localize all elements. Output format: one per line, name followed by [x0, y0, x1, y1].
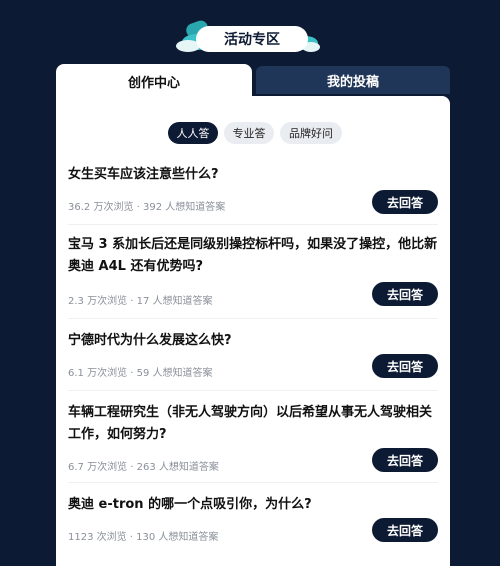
question-meta: 36.2 万次浏览 · 392 人想知道答案: [68, 202, 226, 213]
question-meta: 6.7 万次浏览 · 263 人想知道答案: [68, 462, 219, 473]
question-meta: 6.1 万次浏览 · 59 人想知道答案: [68, 368, 213, 379]
question-item[interactable]: 女生买车应该注意些什么? 36.2 万次浏览 · 392 人想知道答案 去回答: [68, 164, 438, 216]
question-panel: 人人答 专业答 品牌好问 女生买车应该注意些什么? 36.2 万次浏览 · 39…: [56, 96, 450, 566]
filter-everyone-answers[interactable]: 人人答: [168, 122, 218, 144]
filter-brand-questions[interactable]: 品牌好问: [280, 122, 342, 144]
question-title[interactable]: 女生买车应该注意些什么?: [68, 164, 428, 186]
divider: [68, 318, 438, 319]
tab-creation-center[interactable]: 创作中心: [56, 64, 252, 100]
answer-button[interactable]: 去回答: [372, 282, 438, 306]
question-meta: 1123 次浏览 · 130 人想知道答案: [68, 532, 219, 543]
tab-my-submissions[interactable]: 我的投稿: [256, 66, 450, 94]
question-item[interactable]: 奥迪 e-tron 的哪一个点吸引你，为什么? 1123 次浏览 · 130 人…: [68, 494, 438, 544]
page-title: 活动专区: [196, 26, 308, 52]
question-item[interactable]: 宁德时代为什么发展这么快? 6.1 万次浏览 · 59 人想知道答案 去回答: [68, 330, 438, 380]
question-title[interactable]: 奥迪 e-tron 的哪一个点吸引你，为什么?: [68, 494, 428, 516]
divider: [68, 224, 438, 225]
answer-button[interactable]: 去回答: [372, 190, 438, 214]
question-meta: 2.3 万次浏览 · 17 人想知道答案: [68, 296, 213, 307]
question-item[interactable]: 宝马 3 系加长后还是同级别操控标杆吗，如果没了操控，他比新奥迪 A4L 还有优…: [68, 234, 438, 310]
activity-header: 活动专区: [0, 18, 500, 56]
question-title[interactable]: 宝马 3 系加长后还是同级别操控标杆吗，如果没了操控，他比新奥迪 A4L 还有优…: [68, 234, 438, 278]
filter-professional-answers[interactable]: 专业答: [224, 122, 274, 144]
answer-button[interactable]: 去回答: [372, 354, 438, 378]
question-title[interactable]: 车辆工程研究生（非无人驾驶方向）以后希望从事无人驾驶相关工作，如何努力?: [68, 402, 438, 446]
divider: [68, 390, 438, 391]
answer-button[interactable]: 去回答: [372, 448, 438, 472]
filter-chips: 人人答 专业答 品牌好问: [56, 122, 450, 144]
question-item[interactable]: 车辆工程研究生（非无人驾驶方向）以后希望从事无人驾驶相关工作，如何努力? 6.7…: [68, 402, 438, 474]
answer-button[interactable]: 去回答: [372, 518, 438, 542]
question-title[interactable]: 宁德时代为什么发展这么快?: [68, 330, 428, 352]
divider: [68, 482, 438, 483]
